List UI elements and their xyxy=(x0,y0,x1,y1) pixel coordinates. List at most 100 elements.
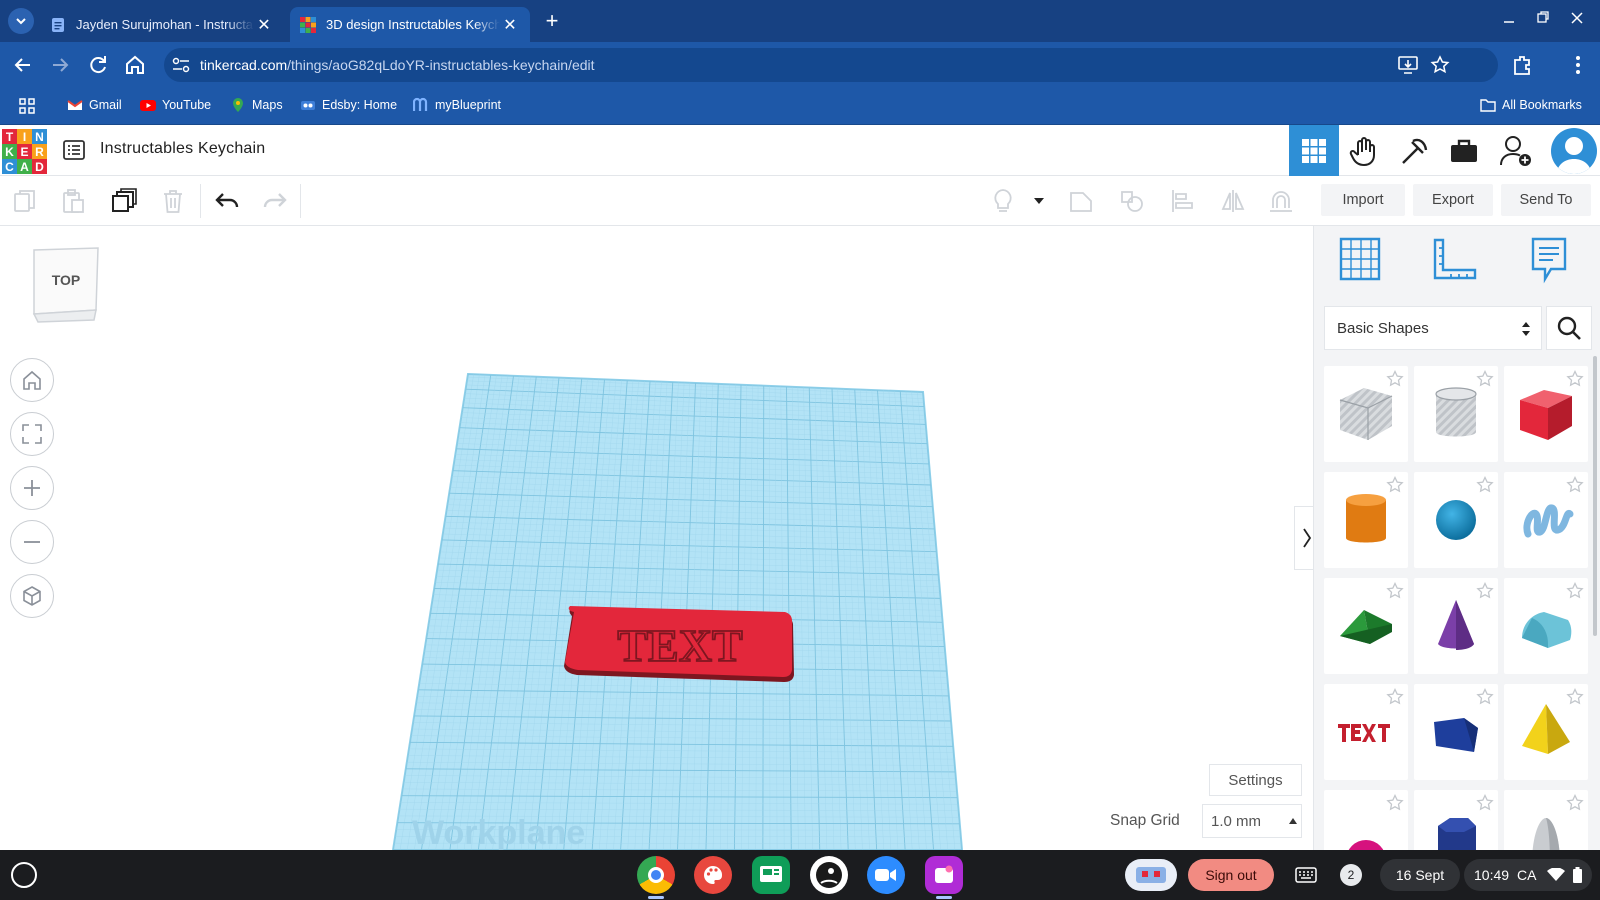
view-cube[interactable]: TOP xyxy=(28,244,104,324)
undo-icon[interactable] xyxy=(214,188,240,214)
shape-text[interactable] xyxy=(1324,684,1408,780)
forward-icon[interactable] xyxy=(48,53,72,77)
close-tab-icon[interactable]: ✕ xyxy=(254,15,274,35)
workplane-canvas[interactable]: Workplane TEXT TOP Settings Snap Grid 1.… xyxy=(0,226,1318,850)
zoom-app-icon[interactable] xyxy=(867,856,905,894)
notification-badge[interactable]: 2 xyxy=(1340,864,1362,886)
ungroup-icon[interactable] xyxy=(1119,188,1145,214)
folder-icon xyxy=(1480,99,1496,112)
bookmark-gmail[interactable]: Gmail xyxy=(67,97,122,113)
pyramid-shape-icon xyxy=(1522,704,1570,754)
user-avatar[interactable] xyxy=(1551,128,1597,174)
bookmark-edsby[interactable]: Edsby: Home xyxy=(300,97,397,113)
keychain-object[interactable]: TEXT xyxy=(564,606,794,682)
shape-box-hole[interactable] xyxy=(1324,366,1408,462)
blocks-view-button[interactable] xyxy=(1339,125,1389,176)
status-area[interactable]: 10:49 CA xyxy=(1464,859,1592,891)
close-tab-icon[interactable]: ✕ xyxy=(500,15,520,35)
mirror-icon[interactable] xyxy=(1220,188,1246,214)
shape-scribble[interactable] xyxy=(1504,472,1588,568)
address-bar[interactable]: tinkercad.com/things/aoG82qLdoYR-instruc… xyxy=(164,48,1498,82)
kindle-icon xyxy=(816,862,842,888)
menu-kebab-icon[interactable] xyxy=(1566,53,1590,77)
minimize-icon[interactable] xyxy=(1502,12,1516,26)
group-icon[interactable] xyxy=(1068,188,1094,214)
reload-icon[interactable] xyxy=(86,53,110,77)
zoom-in-button[interactable] xyxy=(10,466,54,510)
apps-grid-icon[interactable] xyxy=(19,98,35,114)
shape-cone[interactable] xyxy=(1414,578,1498,674)
workplane-tool-icon[interactable] xyxy=(1338,236,1382,282)
back-icon[interactable] xyxy=(11,53,35,77)
site-info-icon[interactable] xyxy=(172,57,190,73)
shape-polygon[interactable] xyxy=(1414,684,1498,780)
tab-tinkercad[interactable]: 3D design Instructables Keychain ✕ xyxy=(290,7,530,42)
shape-box[interactable] xyxy=(1504,366,1588,462)
new-tab-button[interactable]: + xyxy=(540,10,564,34)
shape-round-roof[interactable] xyxy=(1504,578,1588,674)
chrome-app-icon[interactable] xyxy=(637,856,675,894)
duplicate-icon[interactable] xyxy=(111,188,137,214)
home-icon[interactable] xyxy=(123,53,147,77)
zoom-out-button[interactable] xyxy=(10,520,54,564)
tab-search-button[interactable] xyxy=(8,8,34,34)
light-bulb-icon[interactable] xyxy=(990,188,1016,214)
phone-hub-button[interactable] xyxy=(1125,859,1177,891)
notes-tool-icon[interactable] xyxy=(1530,236,1568,284)
settings-button[interactable]: Settings xyxy=(1209,764,1302,796)
bookmark-label: YouTube xyxy=(162,98,212,112)
shape-category-select[interactable]: Basic Shapes xyxy=(1324,306,1542,350)
invite-user-button[interactable] xyxy=(1491,125,1541,176)
cruise-icon[interactable] xyxy=(1268,188,1294,214)
fit-view-button[interactable] xyxy=(10,412,54,456)
screencast-app-icon[interactable] xyxy=(925,856,963,894)
virtual-keyboard-button[interactable] xyxy=(1290,859,1322,891)
restore-icon[interactable] xyxy=(1536,10,1550,24)
design-title[interactable]: Instructables Keychain xyxy=(100,140,265,158)
shape-pyramid[interactable] xyxy=(1504,684,1588,780)
paste-icon[interactable] xyxy=(60,188,86,214)
sign-out-button[interactable]: Sign out xyxy=(1188,859,1274,891)
logo-letter: C xyxy=(2,159,17,174)
dropdown-arrow-icon[interactable] xyxy=(1033,197,1045,205)
design-list-icon[interactable] xyxy=(62,138,86,162)
snap-grid-select[interactable]: 1.0 mm xyxy=(1202,804,1302,838)
active-app-indicator xyxy=(648,896,664,899)
shape-sphere[interactable] xyxy=(1414,472,1498,568)
date-pill[interactable]: 16 Sept xyxy=(1380,859,1460,891)
perspective-button[interactable] xyxy=(10,574,54,618)
workplane-grid[interactable]: Workplane TEXT xyxy=(0,226,1313,850)
shape-search-button[interactable] xyxy=(1546,306,1592,350)
redo-icon[interactable] xyxy=(262,188,288,214)
shape-roof[interactable] xyxy=(1324,578,1408,674)
delete-icon[interactable] xyxy=(160,188,186,214)
home-view-button[interactable] xyxy=(10,358,54,402)
extensions-icon[interactable] xyxy=(1510,53,1534,77)
copy-icon[interactable] xyxy=(12,188,38,214)
tinkercad-logo[interactable]: T I N K E R C A D xyxy=(2,129,47,174)
3d-design-view-button[interactable] xyxy=(1289,125,1339,176)
bookmark-myblueprint[interactable]: myBlueprint xyxy=(413,97,501,113)
bookmark-star-icon[interactable] xyxy=(1430,55,1450,75)
send-to-button[interactable]: Send To xyxy=(1501,184,1591,216)
export-button[interactable]: Export xyxy=(1413,184,1493,216)
launcher-button[interactable] xyxy=(11,862,37,888)
projects-button[interactable] xyxy=(1439,125,1489,176)
all-bookmarks[interactable]: All Bookmarks xyxy=(1480,97,1582,113)
bookmark-youtube[interactable]: YouTube xyxy=(140,97,211,113)
shape-cylinder-hole[interactable] xyxy=(1414,366,1498,462)
tab-instructables[interactable]: Jayden Surujmohan - Instructables ✕ xyxy=(40,7,284,42)
panel-scrollbar[interactable] xyxy=(1593,356,1597,636)
import-button[interactable]: Import xyxy=(1321,184,1405,216)
install-app-icon[interactable] xyxy=(1398,56,1418,74)
bricks-view-button[interactable] xyxy=(1389,125,1439,176)
close-window-icon[interactable] xyxy=(1570,11,1584,25)
shape-cylinder[interactable] xyxy=(1324,472,1408,568)
bookmark-maps[interactable]: Maps xyxy=(230,97,283,113)
os-taskbar: Sign out 2 16 Sept 10:49 CA xyxy=(0,850,1600,900)
classroom-app-icon[interactable] xyxy=(752,856,790,894)
align-icon[interactable] xyxy=(1170,188,1196,214)
paint-app-icon[interactable] xyxy=(694,856,732,894)
ruler-tool-icon[interactable] xyxy=(1432,238,1478,282)
kindle-app-icon[interactable] xyxy=(810,856,848,894)
